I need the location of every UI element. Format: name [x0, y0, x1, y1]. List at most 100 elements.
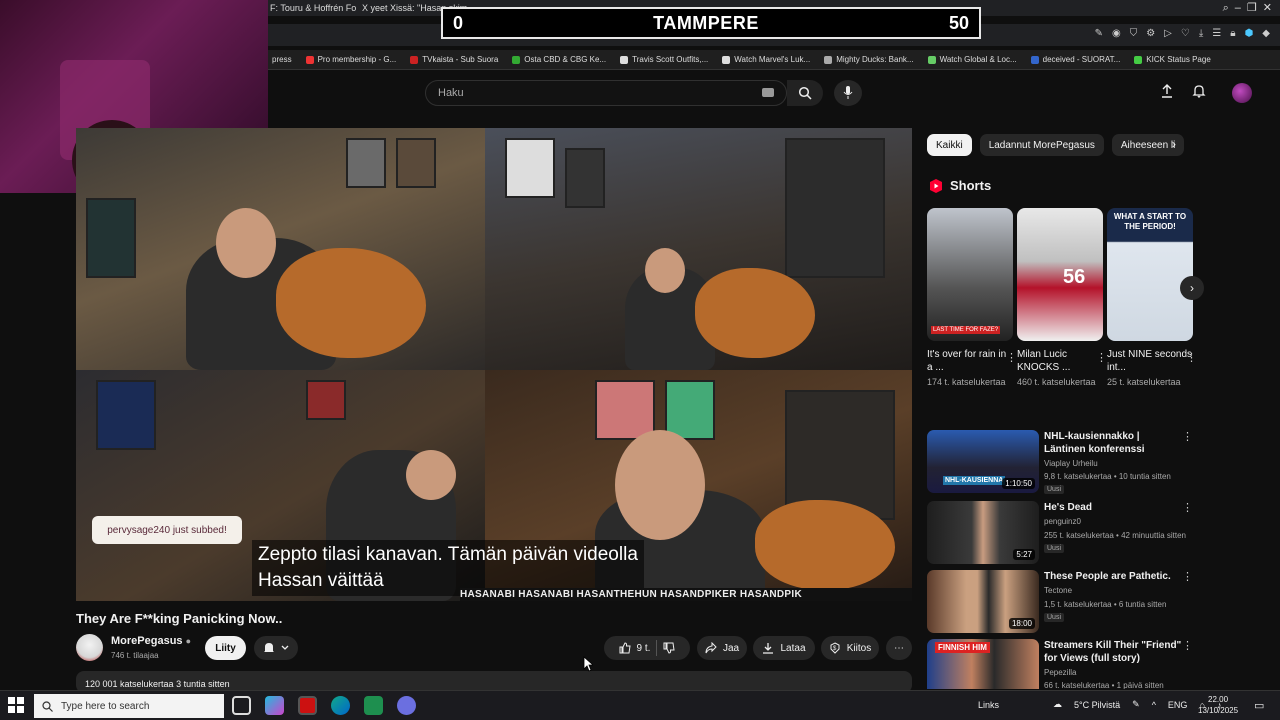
edit-icon[interactable]: ✎ [1095, 28, 1103, 39]
tray-pen-icon[interactable]: ✎ [1132, 699, 1140, 710]
chip-uploader[interactable]: Ladannut MorePegasus [979, 134, 1104, 156]
subscription-bell-button[interactable] [254, 636, 298, 660]
maximize-icon[interactable]: ❐ [1247, 0, 1257, 16]
task-view-icon[interactable] [232, 696, 251, 715]
chips-next-icon[interactable]: › [1172, 137, 1176, 151]
new-badge: Uusi [1044, 485, 1065, 494]
video-title[interactable]: These People are Pathetic. [1044, 570, 1184, 583]
video-thumbnail[interactable]: NHL-KAUSIENNA 1:10:50 [927, 430, 1039, 493]
notifications-bell-icon[interactable] [1192, 84, 1206, 98]
language-indicator[interactable]: ENG [1168, 700, 1188, 710]
minimize-icon[interactable]: – [1235, 0, 1241, 16]
chip-all[interactable]: Kaikki [927, 134, 972, 156]
recommended-video[interactable]: NHL-KAUSIENNA 1:10:50 NHL-kausiennakko |… [927, 430, 1197, 494]
short-card[interactable]: 56 Milan Lucic KNOCKS ... 460 t. katselu… [1017, 208, 1107, 389]
recommended-video[interactable]: 5:27 He's Dead penguinz0 255 t. katseluk… [927, 501, 1197, 565]
short-thumbnail[interactable]: LAST TIME FOR FAZE? [927, 208, 1013, 341]
more-vert-icon[interactable]: ⋮ [1182, 430, 1193, 443]
short-thumbnail[interactable]: WHAT A START TO THE PERIOD! [1107, 208, 1193, 341]
more-vert-icon[interactable]: ⋮ [1096, 351, 1107, 364]
tray-chevron-up-icon[interactable]: ^ [1152, 700, 1156, 710]
join-button[interactable]: Liity [205, 636, 246, 660]
channel-avatar[interactable] [76, 634, 103, 661]
system-clock[interactable]: 22.00 13/10/2025 [1198, 694, 1238, 716]
lock-icon[interactable]: 🔒︎ [1230, 28, 1235, 39]
more-vert-icon[interactable]: ⋮ [1182, 639, 1193, 652]
like-icon[interactable] [619, 642, 631, 654]
short-title[interactable]: Milan Lucic KNOCKS ... [1017, 348, 1103, 374]
bookmark[interactable]: KICK Status Page [1134, 55, 1211, 64]
video-title[interactable]: NHL-kausiennakko | Läntinen konferenssi [1044, 430, 1184, 456]
bookmark[interactable]: Mighty Ducks: Bank... [824, 55, 914, 64]
share-button[interactable]: Jaa [697, 636, 747, 660]
keyboard-icon[interactable] [762, 88, 774, 97]
video-thumbnail[interactable]: 18:00 [927, 570, 1039, 633]
video-meta: 66 t. katselukertaa • 1 päivä sitten [1044, 681, 1164, 689]
more-vert-icon[interactable]: ⋮ [1182, 501, 1193, 514]
copilot-app-icon[interactable] [265, 696, 284, 715]
more-vert-icon[interactable]: ⋮ [1182, 570, 1193, 583]
video-channel[interactable]: Tectone [1044, 586, 1072, 595]
download-button[interactable]: Lataa [753, 636, 815, 660]
windows-start-icon[interactable] [8, 697, 24, 713]
search-tabs-icon[interactable]: ⌕ [1223, 0, 1229, 16]
more-vert-icon[interactable]: ⋮ [1186, 351, 1197, 364]
bookmark[interactable]: Travis Scott Outfits,... [620, 55, 708, 64]
play-icon[interactable]: ▷ [1164, 28, 1172, 39]
account-avatar[interactable] [1232, 83, 1252, 103]
bookmark[interactable]: Osta CBD & CBG Ke... [512, 55, 606, 64]
spreadsheet-app-icon[interactable] [364, 696, 383, 715]
video-title[interactable]: He's Dead [1044, 501, 1184, 514]
taskbar-search[interactable]: Type here to search [34, 694, 224, 718]
bookmark[interactable]: Watch Global & Loc... [927, 55, 1017, 64]
shield-icon[interactable]: ⛉ [1130, 28, 1138, 39]
short-thumbnail[interactable]: 56 [1017, 208, 1103, 341]
search-icon [42, 700, 53, 712]
search-button[interactable] [787, 80, 823, 106]
video-channel[interactable]: Pepezilla [1044, 668, 1076, 677]
video-thumbnail[interactable]: 5:27 [927, 501, 1039, 564]
video-player[interactable]: pervysage240 just subbed! Zeppto tilasi … [76, 128, 912, 601]
like-count[interactable]: 9 t. [637, 643, 651, 654]
camera-icon[interactable]: ◉ [1112, 28, 1121, 39]
search-input[interactable]: Haku [425, 80, 787, 106]
close-icon[interactable]: ✕ [1263, 0, 1272, 16]
discord-app-icon[interactable] [397, 696, 416, 715]
dislike-icon[interactable] [663, 642, 676, 654]
weather-cloud-icon[interactable]: ☁ [1053, 699, 1062, 710]
shorts-next-button[interactable]: › [1180, 276, 1204, 300]
bookmark[interactable]: press [272, 55, 292, 64]
download-icon[interactable]: ⤓ [1199, 28, 1203, 39]
more-vert-icon[interactable]: ⋮ [1006, 351, 1017, 364]
recommended-video[interactable]: 18:00 These People are Pathetic. Tectone… [927, 570, 1197, 634]
thanks-button[interactable]: $ Kiitos [821, 636, 879, 660]
bookmark[interactable]: deceived - SUORAT... [1030, 55, 1120, 64]
weather-text[interactable]: 5°C Pilvistä [1074, 700, 1120, 710]
video-channel[interactable]: penguinz0 [1044, 517, 1081, 526]
copilot-icon[interactable]: ◆ [1262, 28, 1270, 39]
upload-icon[interactable] [1160, 84, 1174, 98]
bookmark[interactable]: Watch Marvel's Luk... [722, 55, 810, 64]
more-actions-button[interactable]: ⋯ [886, 636, 912, 660]
voice-search-button[interactable] [834, 80, 862, 106]
browser-tab[interactable]: F: Touru & Hoffrén For [270, 0, 356, 16]
short-card[interactable]: WHAT A START TO THE PERIOD! Just NINE se… [1107, 208, 1197, 389]
opera-browser-icon[interactable] [298, 696, 317, 715]
extension-icon[interactable]: ⬢ [1245, 28, 1254, 39]
settings-icon[interactable]: ⚙ [1146, 28, 1155, 39]
menu-icon[interactable]: ☰ [1212, 28, 1221, 39]
video-title[interactable]: Streamers Kill Their "Friend" for Views … [1044, 639, 1184, 665]
short-title[interactable]: It's over for rain in a ... [927, 348, 1013, 374]
bookmark[interactable]: TVkaista - Sub Suora [410, 55, 498, 64]
heart-icon[interactable]: ♡ [1181, 28, 1190, 39]
video-thumbnail[interactable]: FINNISH HIM [927, 639, 1039, 689]
channel-name[interactable]: MorePegasus ● [111, 635, 191, 647]
short-card[interactable]: LAST TIME FOR FAZE? It's over for rain i… [927, 208, 1017, 389]
links-toolbar[interactable]: Links [978, 700, 999, 710]
short-title[interactable]: Just NINE seconds int... [1107, 348, 1193, 374]
recommended-video[interactable]: FINNISH HIM Streamers Kill Their "Friend… [927, 639, 1197, 689]
video-channel[interactable]: Viaplay Urheilu [1044, 459, 1098, 468]
notifications-icon[interactable]: ▭ [1254, 699, 1264, 712]
bookmark[interactable]: Pro membership - G... [305, 55, 396, 64]
edge-browser-icon[interactable] [331, 696, 350, 715]
